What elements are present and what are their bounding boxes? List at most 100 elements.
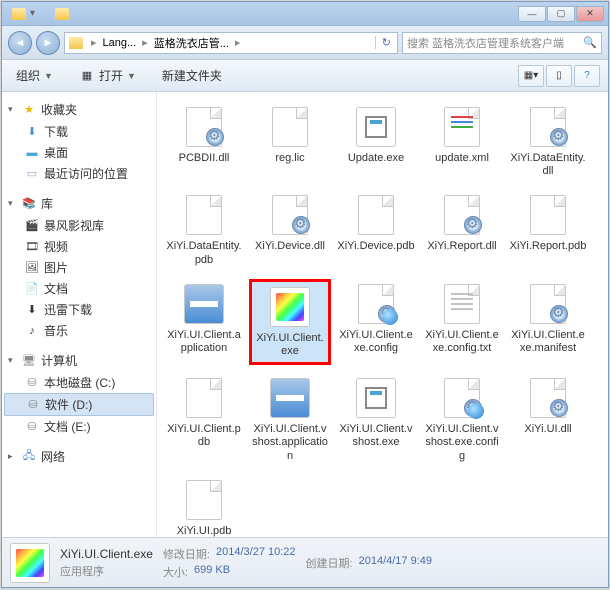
sidebar-item-recent[interactable]: ▭最近访问的位置 bbox=[4, 163, 154, 184]
view-button[interactable]: ▦▾ bbox=[518, 65, 544, 87]
file-name: update.xml bbox=[435, 152, 489, 165]
sidebar-item[interactable]: ⬇迅雷下载 bbox=[4, 299, 154, 320]
file-item[interactable]: XiYi.UI.Client.exe.config.txt bbox=[421, 279, 503, 365]
file-item[interactable]: XiYi.Device.dll bbox=[249, 190, 331, 270]
breadcrumb[interactable]: ▸ Lang... ▸ 蓝格洗衣店管... ▸ ↻ bbox=[64, 32, 398, 54]
details-label: 大小: bbox=[163, 564, 188, 580]
file-icon bbox=[352, 194, 400, 236]
sidebar-item[interactable]: 🎬暴风影视库 bbox=[4, 215, 154, 236]
forward-button[interactable]: ► bbox=[36, 31, 60, 55]
window-buttons: — ▢ ✕ bbox=[518, 6, 604, 22]
folder-icon bbox=[12, 8, 26, 20]
video-icon: 🎬 bbox=[24, 219, 40, 233]
file-icon bbox=[438, 283, 486, 325]
help-button[interactable]: ? bbox=[574, 65, 600, 87]
tab-2[interactable] bbox=[49, 6, 75, 22]
drive-icon: ⛁ bbox=[24, 376, 40, 390]
file-item[interactable]: update.xml bbox=[421, 102, 503, 182]
title-tabbar: ▾ — ▢ ✕ bbox=[2, 2, 608, 26]
open-button[interactable]: ▦打开▼ bbox=[73, 64, 142, 87]
file-name: XiYi.UI.pdb bbox=[177, 525, 232, 537]
file-icon bbox=[524, 106, 572, 148]
file-item[interactable]: XiYi.UI.pdb bbox=[163, 475, 245, 537]
collapse-icon: ▾ bbox=[8, 355, 17, 366]
file-name: XiYi.UI.Client.exe bbox=[254, 332, 326, 358]
preview-pane-button[interactable]: ▯ bbox=[546, 65, 572, 87]
details-size: 699 KB bbox=[194, 564, 230, 580]
sidebar-item-desktop[interactable]: ▬桌面 bbox=[4, 142, 154, 163]
file-name: XiYi.UI.Client.exe.config.txt bbox=[423, 329, 501, 355]
sidebar-item-drive-e[interactable]: ⛁文档 (E:) bbox=[4, 416, 154, 437]
file-icon bbox=[438, 377, 486, 419]
file-item[interactable]: PCBDII.dll bbox=[163, 102, 245, 182]
folder-icon bbox=[69, 37, 83, 49]
search-input[interactable]: 搜索 蓝格洗衣店管理系统客户端 🔍 bbox=[402, 32, 602, 54]
sidebar-favorites[interactable]: ▾★收藏夹 bbox=[4, 98, 154, 121]
maximize-button[interactable]: ▢ bbox=[547, 6, 575, 22]
file-item[interactable]: XiYi.UI.Client.application bbox=[163, 279, 245, 365]
organize-button[interactable]: 组织▼ bbox=[10, 64, 59, 87]
sidebar-item-drive-d[interactable]: ⛁软件 (D:) bbox=[4, 393, 154, 416]
sidebar-computer[interactable]: ▾🖥计算机 bbox=[4, 349, 154, 372]
drive-icon: ⛁ bbox=[25, 398, 41, 412]
breadcrumb-part[interactable]: Lang... bbox=[101, 37, 139, 49]
sidebar-network[interactable]: ▸🖧网络 bbox=[4, 445, 154, 468]
file-name: XiYi.Report.dll bbox=[427, 240, 496, 253]
file-icon bbox=[352, 106, 400, 148]
breadcrumb-part[interactable]: 蓝格洗衣店管... bbox=[152, 35, 231, 51]
file-grid: PCBDII.dllreg.licUpdate.exe update.xml XiY… bbox=[157, 92, 608, 537]
file-item[interactable]: XiYi.DataEntity.pdb bbox=[163, 190, 245, 270]
file-item[interactable]: XiYi.UI.dll bbox=[507, 373, 589, 467]
address-bar: ◄ ► ▸ Lang... ▸ 蓝格洗衣店管... ▸ ↻ 搜索 蓝格洗衣店管理… bbox=[2, 26, 608, 60]
minimize-button[interactable]: — bbox=[518, 6, 546, 22]
sidebar-item[interactable]: 📄文档 bbox=[4, 278, 154, 299]
file-icon bbox=[180, 479, 228, 521]
file-item[interactable]: XiYi.UI.Client.exe.config bbox=[335, 279, 417, 365]
file-item[interactable]: XiYi.UI.Client.vshost.exe bbox=[335, 373, 417, 467]
back-button[interactable]: ◄ bbox=[8, 31, 32, 55]
sidebar-item-downloads[interactable]: ⬇下载 bbox=[4, 121, 154, 142]
file-item[interactable]: reg.lic bbox=[249, 102, 331, 182]
sidebar-item[interactable]: 🎞视频 bbox=[4, 236, 154, 257]
details-icon bbox=[10, 543, 50, 583]
file-item[interactable]: XiYi.Report.dll bbox=[421, 190, 503, 270]
toolbar: 组织▼ ▦打开▼ 新建文件夹 ▦▾ ▯ ? bbox=[2, 60, 608, 92]
search-placeholder: 搜索 蓝格洗衣店管理系统客户端 bbox=[407, 35, 564, 51]
file-icon bbox=[352, 377, 400, 419]
file-icon bbox=[180, 194, 228, 236]
close-button[interactable]: ✕ bbox=[576, 6, 604, 22]
video-icon: 🎞 bbox=[24, 240, 40, 254]
download-icon: ⬇ bbox=[24, 125, 40, 139]
file-name: XiYi.UI.Client.vshost.exe bbox=[337, 423, 415, 449]
chevron-right-icon: ▸ bbox=[231, 36, 245, 49]
sidebar-item[interactable]: 🖼图片 bbox=[4, 257, 154, 278]
collapse-icon: ▾ bbox=[8, 198, 17, 209]
file-item[interactable]: XiYi.UI.Client.exe.manifest bbox=[507, 279, 589, 365]
music-icon: ♪ bbox=[24, 324, 40, 338]
chevron-right-icon: ▸ bbox=[87, 36, 101, 49]
file-name: XiYi.UI.Client.pdb bbox=[165, 423, 243, 449]
refresh-icon[interactable]: ↻ bbox=[375, 36, 397, 49]
computer-icon: 🖥 bbox=[21, 354, 37, 368]
tab-1[interactable]: ▾ bbox=[6, 6, 41, 22]
details-modified: 2014/3/27 10:22 bbox=[216, 546, 296, 562]
file-item[interactable]: Update.exe bbox=[335, 102, 417, 182]
sidebar-item-drive-c[interactable]: ⛁本地磁盘 (C:) bbox=[4, 372, 154, 393]
file-item[interactable]: XiYi.UI.Client.exe bbox=[249, 279, 331, 365]
file-item[interactable]: XiYi.Device.pdb bbox=[335, 190, 417, 270]
file-icon bbox=[266, 194, 314, 236]
file-item[interactable]: XiYi.UI.Client.vshost.exe.config bbox=[421, 373, 503, 467]
new-folder-button[interactable]: 新建文件夹 bbox=[156, 64, 228, 87]
file-icon bbox=[438, 194, 486, 236]
file-item[interactable]: XiYi.Report.pdb bbox=[507, 190, 589, 270]
file-item[interactable]: XiYi.UI.Client.vshost.application bbox=[249, 373, 331, 467]
sidebar-item[interactable]: ♪音乐 bbox=[4, 320, 154, 341]
chevron-down-icon: ▾ bbox=[30, 8, 35, 19]
file-item[interactable]: XiYi.UI.Client.pdb bbox=[163, 373, 245, 467]
details-filetype: 应用程序 bbox=[60, 563, 153, 579]
details-label: 修改日期: bbox=[163, 546, 210, 562]
sidebar-libraries[interactable]: ▾📚库 bbox=[4, 192, 154, 215]
star-icon: ★ bbox=[21, 103, 37, 117]
file-item[interactable]: XiYi.DataEntity.dll bbox=[507, 102, 589, 182]
document-icon: 📄 bbox=[24, 282, 40, 296]
